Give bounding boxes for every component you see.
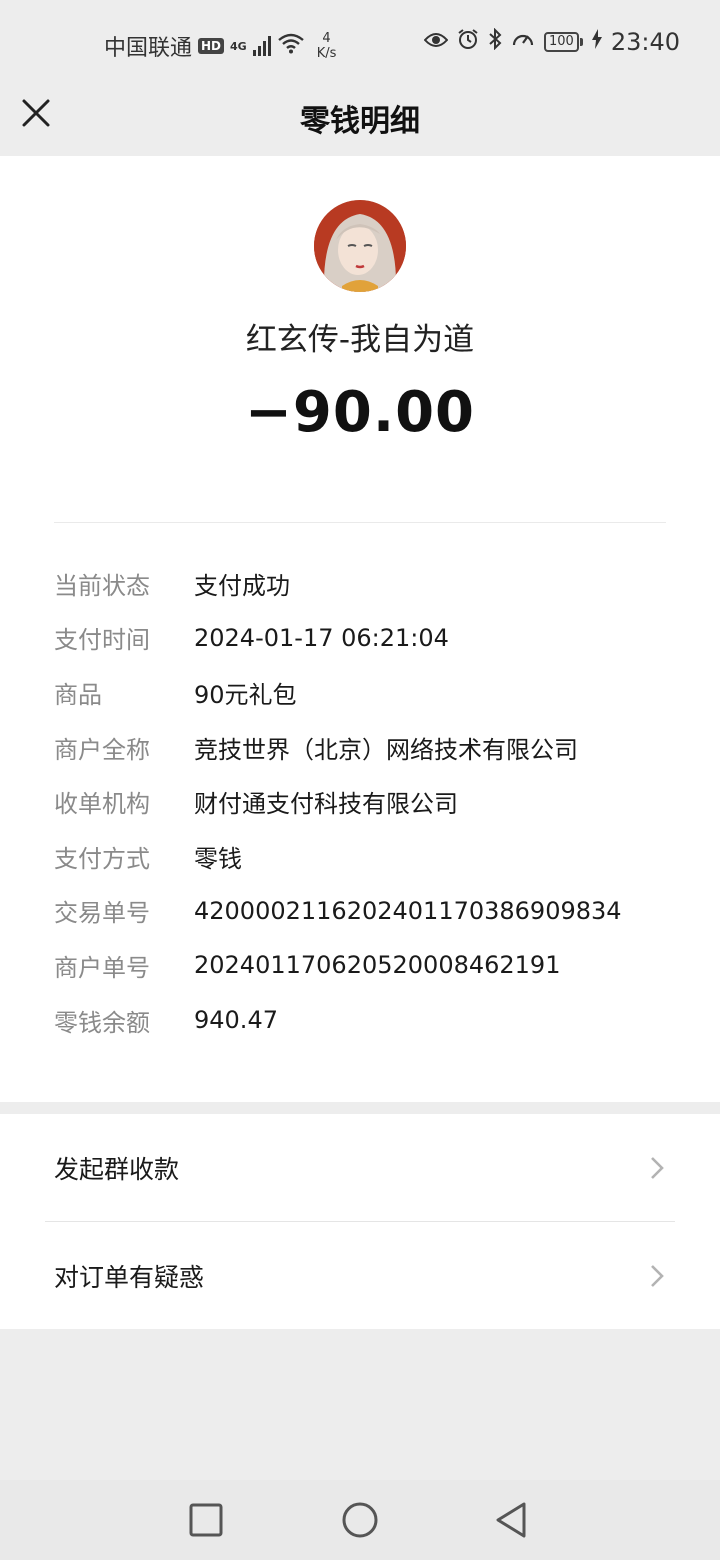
square-icon xyxy=(189,1503,223,1537)
group-collection-button[interactable]: 发起群收款 xyxy=(0,1114,720,1221)
status-bar: 中国联通 HD 4G 4 K/s 100 23:40 xyxy=(0,0,720,84)
detail-value: 90元礼包 xyxy=(194,680,297,709)
detail-value[interactable]: 20240117062052000846219​1 xyxy=(194,951,560,979)
detail-row-product: 商品 90元礼包 xyxy=(54,665,694,720)
carrier-name: 中国联通 xyxy=(104,36,193,61)
transaction-detail-panel: 红玄传-我自为道 −90.00 当前状态 支付成功 支付时间 2024-01-1… xyxy=(0,156,720,1102)
circle-icon xyxy=(342,1502,378,1538)
detail-label: 商品 xyxy=(54,680,102,709)
charging-icon xyxy=(591,29,602,55)
detail-value: 零钱 xyxy=(194,844,242,873)
network-speed-value: 4 xyxy=(322,31,331,46)
eye-icon xyxy=(423,30,449,55)
speedometer-icon xyxy=(511,28,535,56)
home-button[interactable] xyxy=(340,1500,380,1540)
merchant-avatar xyxy=(314,200,406,292)
merchant-name: 红玄传-我自为道 xyxy=(245,322,475,358)
hd-badge: HD xyxy=(198,38,225,54)
detail-label: 商户全称 xyxy=(54,735,150,764)
battery-icon: 100 xyxy=(544,32,583,52)
detail-row-transaction-id: 交易单号 4200002116202401170386909834 xyxy=(54,884,694,939)
chevron-right-icon xyxy=(651,1265,664,1287)
detail-value: 支付成功 xyxy=(194,571,290,600)
page-title: 零钱明细 xyxy=(300,104,420,139)
detail-row-status: 当前状态 支付成功 xyxy=(54,556,694,611)
action-label: 发起群收款 xyxy=(54,1155,180,1184)
detail-row-merchant-order-id: 商户单号 20240117062052000846219​1 xyxy=(54,938,694,993)
clock: 23:40 xyxy=(610,28,680,56)
bluetooth-icon xyxy=(488,27,502,56)
chevron-right-icon xyxy=(651,1157,664,1179)
detail-label: 商户单号 xyxy=(54,953,150,982)
detail-label: 支付时间 xyxy=(54,626,150,655)
detail-row-pay-time: 支付时间 2024-01-17 06:21:04 xyxy=(54,611,694,666)
back-button[interactable] xyxy=(492,1500,532,1540)
detail-label: 支付方式 xyxy=(54,844,150,873)
order-question-button[interactable]: 对订单有疑惑 xyxy=(0,1222,720,1329)
network-type: 4G xyxy=(230,39,247,53)
transaction-amount: −90.00 xyxy=(244,380,476,445)
recent-apps-button[interactable] xyxy=(186,1500,226,1540)
triangle-back-icon xyxy=(496,1502,526,1538)
detail-value: 2024-01-17 06:21:04 xyxy=(194,623,449,652)
divider xyxy=(54,522,666,523)
detail-row-balance: 零钱余额 940.47 xyxy=(54,993,694,1048)
action-panel: 发起群收款 对订单有疑惑 xyxy=(0,1114,720,1329)
detail-value: 940.47 xyxy=(194,1006,278,1035)
detail-label: 当前状态 xyxy=(54,571,150,600)
detail-row-pay-method: 支付方式 零钱 xyxy=(54,829,694,884)
status-left: 中国联通 HD 4G 4 K/s xyxy=(104,30,336,62)
battery-level: 100 xyxy=(544,32,579,52)
system-nav-bar xyxy=(0,1480,720,1560)
alarm-icon xyxy=(457,28,479,56)
detail-label: 交易单号 xyxy=(54,899,150,928)
detail-label: 零钱余额 xyxy=(54,1008,150,1037)
detail-value: 财付通支付科技有限公司 xyxy=(194,790,458,819)
network-speed-unit: K/s xyxy=(316,46,337,61)
detail-row-merchant-full-name: 商户全称 竞技世界（北京）网络技术有限公司 xyxy=(54,720,694,775)
wifi-icon xyxy=(277,32,305,60)
status-right: 100 23:40 xyxy=(423,27,680,56)
title-bar: 零钱明细 xyxy=(0,84,720,156)
detail-row-acquirer: 收单机构 财付通支付科技有限公司 xyxy=(54,774,694,829)
detail-value[interactable]: 4200002116202401170386909834 xyxy=(194,897,622,925)
detail-value: 竞技世界（北京）网络技术有限公司 xyxy=(194,735,578,764)
detail-label: 收单机构 xyxy=(54,790,150,819)
detail-list: 当前状态 支付成功 支付时间 2024-01-17 06:21:04 商品 90… xyxy=(54,556,694,1047)
action-label: 对订单有疑惑 xyxy=(54,1263,205,1292)
signal-icon xyxy=(252,36,271,56)
network-speed: 4 K/s xyxy=(317,31,337,61)
